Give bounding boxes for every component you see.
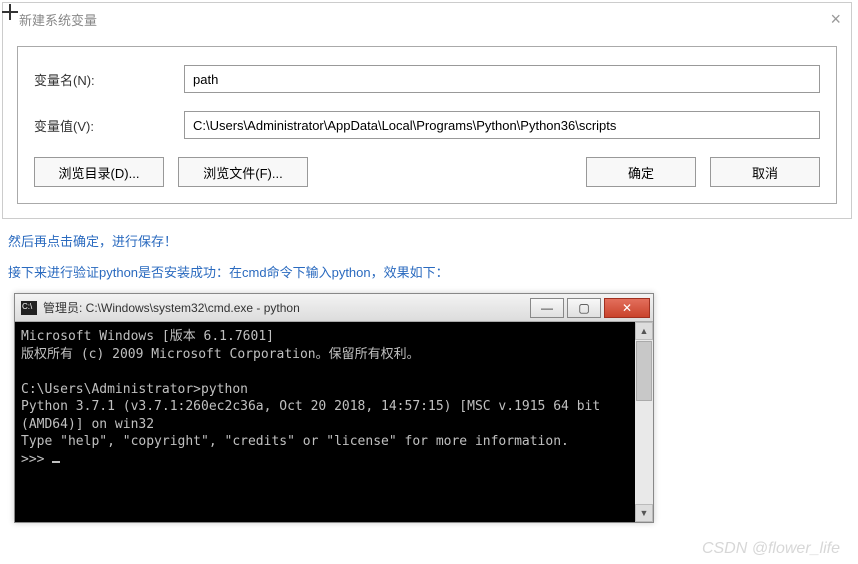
dialog-inner-panel: 变量名(N): 变量值(V): 浏览目录(D)... 浏览文件(F)... 确定… xyxy=(17,46,837,204)
watermark: CSDN @flower_life xyxy=(702,540,840,558)
cmd-icon xyxy=(21,301,37,315)
browse-file-button[interactable]: 浏览文件(F)... xyxy=(178,157,308,187)
cmd-line: Type "help", "copyright", "credits" or "… xyxy=(21,434,569,449)
article-body: 然后再点击确定，进行保存！ 接下来进行验证python是否安装成功：在cmd命令… xyxy=(0,219,858,523)
scroll-down-button[interactable]: ▼ xyxy=(635,504,653,522)
cmd-window: 管理员: C:\Windows\system32\cmd.exe - pytho… xyxy=(14,293,654,523)
move-cursor-icon xyxy=(2,4,18,20)
article-paragraph-1: 然后再点击确定，进行保存！ xyxy=(8,231,850,250)
variable-value-label: 变量值(V): xyxy=(34,116,184,135)
cmd-scrollbar[interactable]: ▲ ▼ xyxy=(635,322,653,522)
variable-value-input[interactable] xyxy=(184,111,820,139)
ok-button[interactable]: 确定 xyxy=(586,157,696,187)
cmd-output[interactable]: Microsoft Windows [版本 6.1.7601] 版权所有 (c)… xyxy=(15,322,635,522)
close-icon[interactable]: × xyxy=(830,9,841,30)
article-paragraph-2: 接下来进行验证python是否安装成功：在cmd命令下输入python，效果如下… xyxy=(8,262,850,281)
browse-directory-button[interactable]: 浏览目录(D)... xyxy=(34,157,164,187)
cmd-line: Microsoft Windows [版本 6.1.7601] xyxy=(21,329,274,344)
variable-name-input[interactable] xyxy=(184,65,820,93)
cmd-line: C:\Users\Administrator>python xyxy=(21,382,248,397)
scroll-track[interactable] xyxy=(635,402,653,504)
cmd-title: 管理员: C:\Windows\system32\cmd.exe - pytho… xyxy=(43,299,300,316)
cmd-prompt: >>> xyxy=(21,452,52,467)
cmd-line: 版权所有 (c) 2009 Microsoft Corporation。保留所有… xyxy=(21,347,420,362)
cmd-titlebar[interactable]: 管理员: C:\Windows\system32\cmd.exe - pytho… xyxy=(15,294,653,322)
minimize-button[interactable]: — xyxy=(530,298,564,318)
cursor-icon xyxy=(52,461,60,463)
close-button[interactable]: ✕ xyxy=(604,298,650,318)
scroll-up-button[interactable]: ▲ xyxy=(635,322,653,340)
cancel-button[interactable]: 取消 xyxy=(710,157,820,187)
dialog-titlebar: 新建系统变量 × xyxy=(3,3,851,36)
dialog-title: 新建系统变量 xyxy=(19,10,97,29)
cmd-line: Python 3.7.1 (v3.7.1:260ec2c36a, Oct 20 … xyxy=(21,399,608,432)
variable-name-label: 变量名(N): xyxy=(34,70,184,89)
new-system-variable-dialog: 新建系统变量 × 变量名(N): 变量值(V): 浏览目录(D)... 浏览文件… xyxy=(2,2,852,219)
maximize-button[interactable]: ▢ xyxy=(567,298,601,318)
scroll-thumb[interactable] xyxy=(636,341,652,401)
